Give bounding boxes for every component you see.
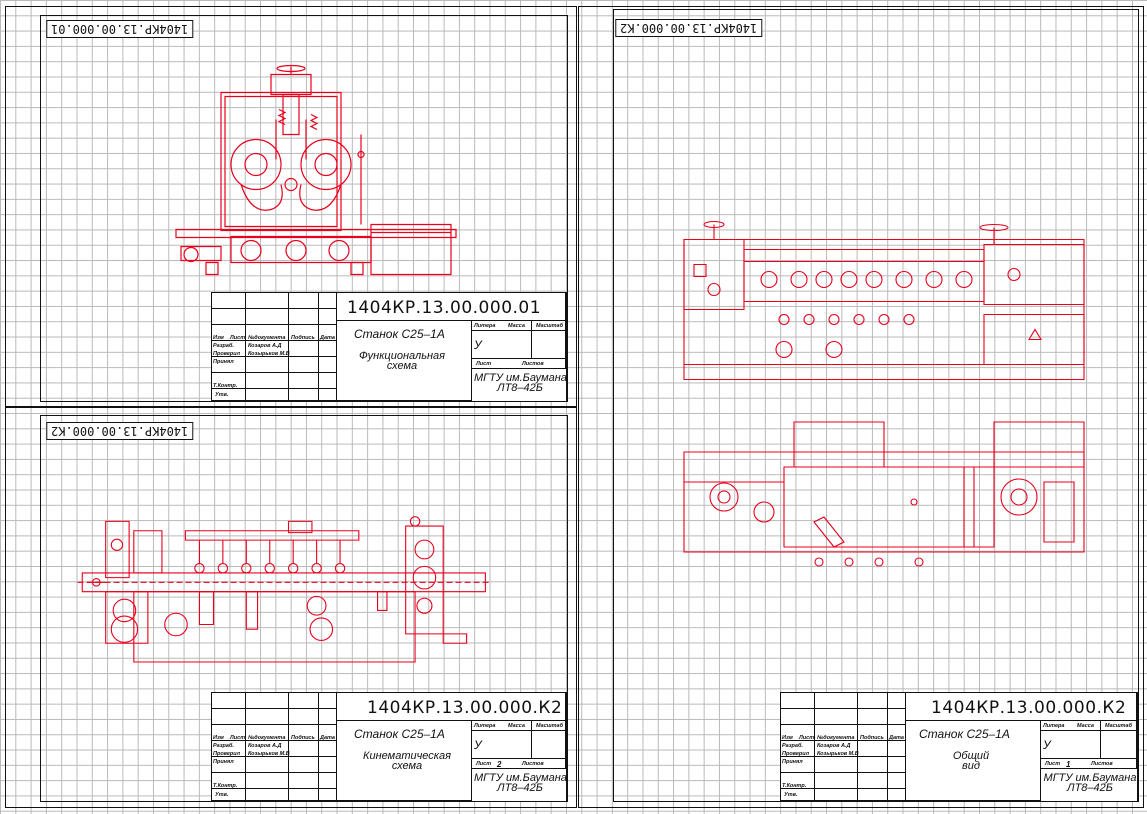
header-doc: №документа xyxy=(248,335,286,341)
title-block: Изм Лист №документа Подпись Дата Разраб.… xyxy=(211,692,567,802)
row-utv: Утв. xyxy=(215,392,229,398)
corner-stamp-code: 1404КР.13.00.000.К2 xyxy=(615,19,763,37)
header-sheets: Листов xyxy=(1091,761,1113,767)
header-sheet: Лист xyxy=(1045,761,1061,767)
row-tcontrol: Т.Контр. xyxy=(213,383,238,389)
header-mass: Масса xyxy=(508,323,525,329)
row-developer: Разраб. xyxy=(782,743,803,749)
title-block: Изм Лист №документа Подпись Дата Разраб.… xyxy=(211,292,567,402)
document-code: 1404КР.13.00.000.К2 xyxy=(367,698,563,718)
document-title: Общий вид xyxy=(952,750,990,772)
header-sign: Подпись xyxy=(291,735,315,741)
header-sheet: Лист xyxy=(476,761,492,767)
organization: МГТУ им.Баумана ЛТ8–42Б xyxy=(474,372,567,394)
corner-stamp-code: 1404КР.13.00.000.К2 xyxy=(46,422,194,440)
corner-stamp-code: 1404КР.13.00.000.01 xyxy=(46,20,194,38)
header-litera: Литера xyxy=(474,723,496,729)
header-mass: Масса xyxy=(1077,723,1094,729)
header-mass: Масса xyxy=(508,723,525,729)
row-developer: Разраб. xyxy=(213,343,234,349)
row-utv: Утв. xyxy=(784,792,798,798)
row-developer-name: Козаров А.Д xyxy=(248,343,282,349)
header-sheets: Листов xyxy=(522,361,544,367)
row-checker-name: Козырьков М.В xyxy=(248,351,290,357)
header-list: Лист xyxy=(230,735,246,741)
header-litera: Литера xyxy=(1043,723,1065,729)
organization: МГТУ им.Баумана ЛТ8–42Б xyxy=(474,772,567,794)
header-list: Лист xyxy=(799,735,815,741)
row-checker-name: Козырьков М.В xyxy=(248,751,290,757)
sheet-number: 1 xyxy=(1066,760,1071,769)
sheet-functional: 1404КР.13.00.000.01 Изм Лист №документа … xyxy=(5,6,577,408)
row-checker: Проверил xyxy=(213,351,241,357)
row-checker: Проверил xyxy=(213,751,241,757)
header-sheet: Лист xyxy=(476,361,492,367)
general-view-top-drawing xyxy=(684,422,1084,572)
litera-value: У xyxy=(1043,738,1051,752)
header-litera: Литера xyxy=(474,323,496,329)
row-approved: Принял xyxy=(213,359,234,365)
kinematic-scheme-drawing xyxy=(61,512,516,662)
sheet-number: 2 xyxy=(497,760,502,769)
header-sign: Подпись xyxy=(291,335,315,341)
litera-value: У xyxy=(474,338,482,352)
sheet-frame xyxy=(613,9,1139,802)
header-scale: Масштаб xyxy=(1105,723,1133,729)
row-checker: Проверил xyxy=(782,751,810,757)
row-approved: Принял xyxy=(213,759,234,765)
header-scale: Масштаб xyxy=(536,723,564,729)
header-izm: Изм xyxy=(782,735,793,741)
header-doc: №документа xyxy=(248,735,286,741)
litera-value: У xyxy=(474,738,482,752)
row-checker-name: Козырьков М.В xyxy=(817,751,859,757)
header-sign: Подпись xyxy=(860,735,884,741)
organization: МГТУ им.Баумана ЛТ8–42Б xyxy=(1043,772,1137,794)
header-date: Дата xyxy=(320,335,335,341)
header-list: Лист xyxy=(230,335,246,341)
drawing-canvas: { "colors": { "drawing": "#e8001c", "fra… xyxy=(0,0,1147,814)
header-scale: Масштаб xyxy=(536,323,564,329)
header-doc: №документа xyxy=(817,735,855,741)
row-tcontrol: Т.Контр. xyxy=(782,783,807,789)
general-view-front-drawing xyxy=(684,217,1084,382)
row-developer: Разраб. xyxy=(213,743,234,749)
document-title: Функциональная схема xyxy=(358,350,446,372)
row-developer-name: Козаров А.Д xyxy=(817,743,851,749)
document-code: 1404КР.13.00.000.01 xyxy=(347,298,542,318)
header-izm: Изм xyxy=(213,735,224,741)
header-date: Дата xyxy=(889,735,904,741)
document-code: 1404КР.13.00.000.К2 xyxy=(931,698,1127,718)
row-developer-name: Козаров А.Д xyxy=(248,743,282,749)
header-sheets: Листов xyxy=(522,761,544,767)
sheet-kinematic: 1404КР.13.00.000.К2 Изм Лист №документа … xyxy=(5,406,577,808)
functional-scheme-drawing xyxy=(171,57,471,272)
header-izm: Изм xyxy=(213,335,224,341)
row-tcontrol: Т.Контр. xyxy=(213,783,238,789)
machine-name: Станок С25–1А xyxy=(354,327,445,341)
document-title: Кинематическая схема xyxy=(363,750,451,772)
row-utv: Утв. xyxy=(215,792,229,798)
title-block: Изм Лист №документа Подпись Дата Разраб.… xyxy=(780,692,1138,802)
header-date: Дата xyxy=(320,735,335,741)
machine-name: Станок С25–1А xyxy=(354,727,445,741)
machine-name: Станок С25–1А xyxy=(919,727,1010,741)
sheet-general-view: 1404КР.13.00.000.К2 Изм Лист №документа … xyxy=(578,6,1144,808)
row-approved: Принял xyxy=(782,759,803,765)
